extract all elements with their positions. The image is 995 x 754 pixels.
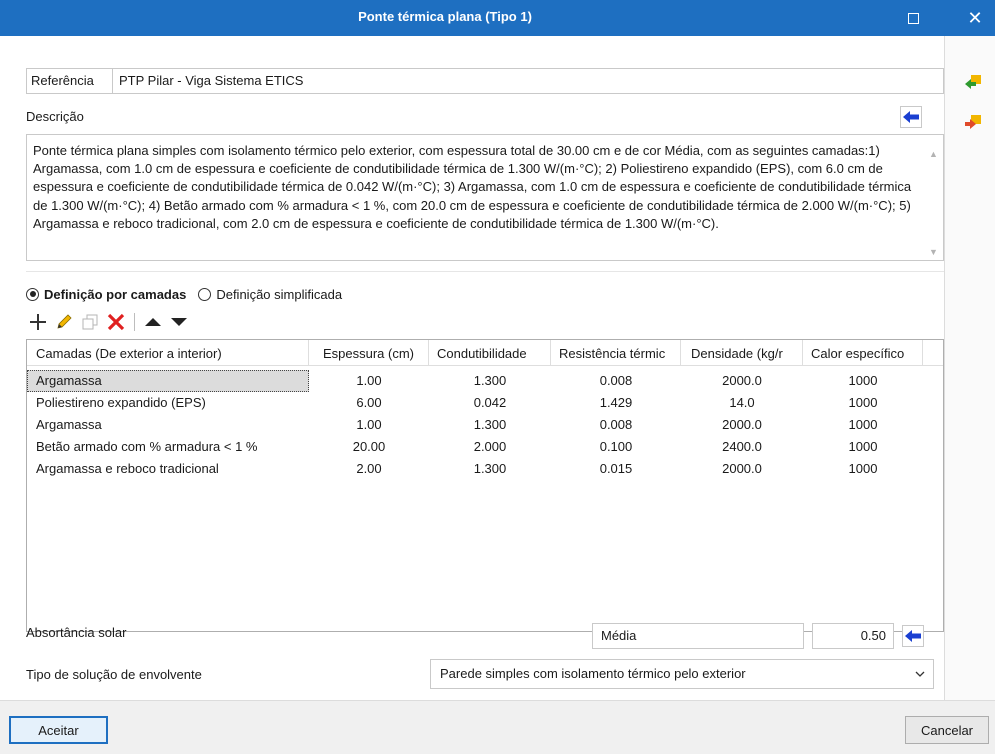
column-header-espessura[interactable]: Espessura (cm) [309, 340, 429, 366]
column-header-condutibilidade[interactable]: Condutibilidade [429, 340, 551, 366]
cell-condutibilidade[interactable]: 2.000 [429, 436, 551, 458]
column-header-densidade[interactable]: Densidade (kg/r [681, 340, 803, 366]
cell-densidade[interactable]: 2000.0 [681, 414, 803, 436]
add-layer-button[interactable] [26, 310, 50, 334]
title-bar: Ponte térmica plana (Tipo 1) ✕ [0, 0, 995, 36]
referencia-input[interactable]: PTP Pilar - Viga Sistema ETICS [119, 73, 303, 88]
cell-condutibilidade[interactable]: 1.300 [429, 414, 551, 436]
cell-resistencia[interactable]: 1.429 [551, 392, 681, 414]
toolbar-separator [134, 313, 135, 331]
absortancia-select-button[interactable] [902, 625, 924, 647]
column-header-camadas[interactable]: Camadas (De exterior a interior) [27, 340, 309, 366]
maximize-button[interactable] [893, 7, 933, 29]
cancel-button[interactable]: Cancelar [905, 716, 989, 744]
cell-condutibilidade[interactable]: 1.300 [429, 458, 551, 480]
arrow-left-icon [903, 111, 919, 123]
export-icon[interactable] [963, 114, 983, 130]
divider [26, 271, 944, 272]
tipo-select-value: Parede simples com isolamento térmico pe… [440, 666, 746, 681]
cell-espessura[interactable]: 1.00 [309, 370, 429, 392]
cell-condutibilidade[interactable]: 0.042 [429, 392, 551, 414]
scroll-down-icon[interactable]: ▼ [929, 243, 938, 261]
close-button[interactable]: ✕ [955, 4, 995, 32]
tipo-select[interactable]: Parede simples com isolamento térmico pe… [430, 659, 934, 689]
column-header-resistencia[interactable]: Resistência térmic [551, 340, 681, 366]
dialog-body: Referência PTP Pilar - Viga Sistema ETIC… [16, 36, 944, 700]
window-title: Ponte térmica plana (Tipo 1) [358, 9, 532, 24]
copy-icon [82, 314, 98, 330]
cell-resistencia[interactable]: 0.100 [551, 436, 681, 458]
radio-definicao-simplificada-label[interactable]: Definição simplificada [216, 287, 342, 302]
cell-camada[interactable]: Poliestireno expandido (EPS) [27, 392, 309, 414]
cell-espessura[interactable]: 6.00 [309, 392, 429, 414]
cell-densidade[interactable]: 2000.0 [681, 458, 803, 480]
cell-camada[interactable]: Argamassa [27, 414, 309, 436]
cell-calor-especifico[interactable]: 1000 [803, 392, 923, 414]
table-row[interactable]: Argamassa 1.00 1.300 0.008 2000.0 1000 [27, 370, 943, 392]
cell-resistencia[interactable]: 0.015 [551, 458, 681, 480]
move-up-button[interactable] [141, 310, 165, 334]
move-down-button[interactable] [167, 310, 191, 334]
definition-mode-group: Definição por camadas Definição simplifi… [26, 284, 342, 304]
tipo-label: Tipo de solução de envolvente [26, 667, 202, 682]
radio-definicao-camadas[interactable] [26, 287, 39, 301]
cell-calor-especifico[interactable]: 1000 [803, 414, 923, 436]
descricao-text: Ponte térmica plana simples com isolamen… [33, 143, 912, 231]
close-icon: ✕ [967, 7, 983, 28]
import-icon[interactable] [963, 74, 983, 90]
cell-densidade[interactable]: 14.0 [681, 392, 803, 414]
move-down-icon [171, 318, 187, 326]
cell-resistencia[interactable]: 0.008 [551, 370, 681, 392]
column-header-calor-especifico[interactable]: Calor específico [803, 340, 923, 366]
layers-table[interactable]: Camadas (De exterior a interior) Espessu… [26, 339, 944, 632]
table-row[interactable]: Argamassa 1.00 1.300 0.008 2000.0 1000 [27, 414, 943, 436]
chevron-down-icon [915, 671, 925, 677]
descricao-textarea[interactable]: Ponte térmica plana simples com isolamen… [26, 134, 944, 261]
cell-espessura[interactable]: 1.00 [309, 414, 429, 436]
descricao-generate-button[interactable] [900, 106, 922, 128]
referencia-label: Referência [27, 69, 113, 93]
table-row[interactable]: Argamassa e reboco tradicional 2.00 1.30… [27, 458, 943, 480]
cell-espessura[interactable]: 2.00 [309, 458, 429, 480]
delete-icon [107, 313, 125, 331]
cell-densidade[interactable]: 2000.0 [681, 370, 803, 392]
maximize-icon [907, 12, 919, 24]
cell-resistencia[interactable]: 0.008 [551, 414, 681, 436]
descricao-label: Descrição [26, 109, 84, 124]
copy-layer-button[interactable] [78, 310, 102, 334]
table-row[interactable]: Betão armado com % armadura < 1 % 20.00 … [27, 436, 943, 458]
cell-camada[interactable]: Argamassa e reboco tradicional [27, 458, 309, 480]
cell-camada[interactable]: Argamassa [27, 370, 309, 392]
absortancia-color-field[interactable]: Média [592, 623, 804, 649]
move-up-icon [145, 318, 161, 326]
cell-calor-especifico[interactable]: 1000 [803, 370, 923, 392]
absortancia-value-field[interactable]: 0.50 [812, 623, 894, 649]
cell-densidade[interactable]: 2400.0 [681, 436, 803, 458]
referencia-field[interactable]: Referência PTP Pilar - Viga Sistema ETIC… [26, 68, 944, 94]
table-row[interactable]: Poliestireno expandido (EPS) 6.00 0.042 … [27, 392, 943, 414]
cell-calor-especifico[interactable]: 1000 [803, 458, 923, 480]
layers-toolbar [26, 310, 193, 334]
cell-espessura[interactable]: 20.00 [309, 436, 429, 458]
absortancia-label: Absortância solar [26, 625, 127, 640]
cell-camada[interactable]: Betão armado com % armadura < 1 % [27, 436, 309, 458]
cell-condutibilidade[interactable]: 1.300 [429, 370, 551, 392]
side-toolbar [944, 36, 995, 700]
table-header: Camadas (De exterior a interior) Espessu… [27, 340, 943, 366]
plus-icon [30, 314, 46, 330]
pencil-icon [57, 314, 72, 329]
cell-calor-especifico[interactable]: 1000 [803, 436, 923, 458]
scroll-up-icon[interactable]: ▲ [929, 145, 938, 163]
descricao-scrollbar[interactable]: ▲ ▼ [925, 135, 943, 260]
accept-button[interactable]: Aceitar [9, 716, 108, 744]
radio-definicao-camadas-label[interactable]: Definição por camadas [44, 287, 186, 302]
arrow-left-icon [905, 630, 921, 642]
delete-layer-button[interactable] [104, 310, 128, 334]
dialog-footer: Aceitar Cancelar [0, 700, 995, 754]
edit-layer-button[interactable] [52, 310, 76, 334]
radio-definicao-simplificada[interactable] [198, 287, 212, 301]
